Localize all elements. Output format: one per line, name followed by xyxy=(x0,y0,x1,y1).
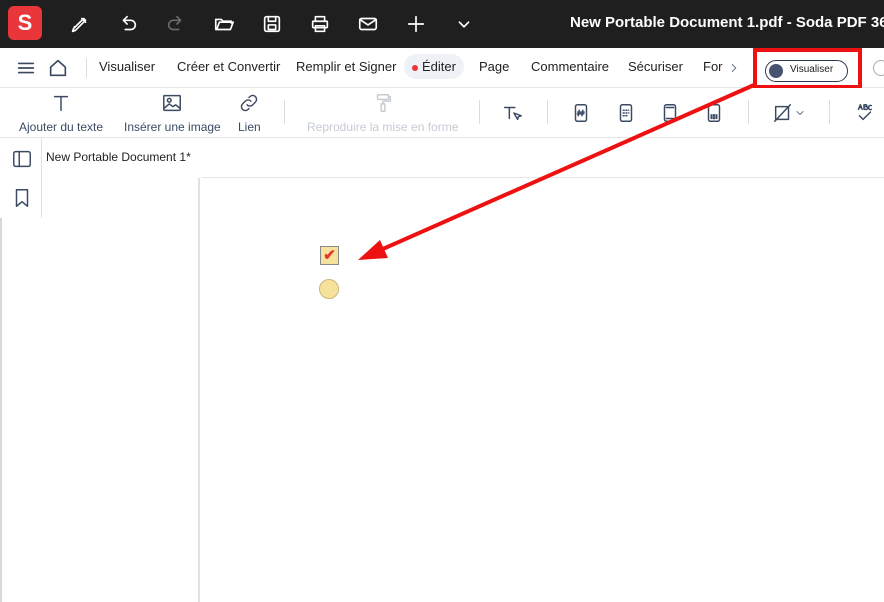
canvas-gutter xyxy=(42,178,198,602)
highlight-box: Visualiser xyxy=(753,48,862,89)
open-folder-icon[interactable] xyxy=(212,12,236,36)
chevron-right-icon[interactable] xyxy=(722,56,746,80)
tab-remplir-et-signer[interactable]: Remplir et Signer xyxy=(296,59,396,74)
tab-editer[interactable]: Éditer xyxy=(404,54,464,79)
tab-creer-et-convertir[interactable]: Créer et Convertir xyxy=(177,59,280,74)
document-tab-label: New Portable Document 1* xyxy=(46,150,191,164)
checkmark-icon: ✔ xyxy=(323,247,336,264)
divider xyxy=(748,100,749,124)
window-edge xyxy=(0,218,2,602)
window-title: New Portable Document 1.pdf - Soda PDF 3… xyxy=(570,14,884,31)
soda-logo[interactable]: S xyxy=(8,6,42,40)
document-tab[interactable]: New Portable Document 1* xyxy=(42,138,202,178)
print-icon[interactable] xyxy=(308,12,332,36)
tab-page[interactable]: Page xyxy=(479,59,509,74)
image-icon xyxy=(163,94,182,112)
home-icon[interactable] xyxy=(46,56,70,80)
left-sidebar xyxy=(0,138,42,218)
format-painter-button[interactable]: Reproduire la mise en forme xyxy=(307,92,458,134)
radio-form-field[interactable] xyxy=(319,279,339,299)
pdf-page xyxy=(200,178,884,602)
divider xyxy=(829,100,830,124)
list-field-icon[interactable] xyxy=(613,100,639,126)
text-icon xyxy=(53,95,69,112)
divider xyxy=(86,58,87,78)
redo-icon[interactable] xyxy=(164,12,188,36)
divider xyxy=(479,100,480,124)
link-button[interactable]: Lien xyxy=(238,92,261,134)
insert-image-label: Insérer une image xyxy=(124,120,221,134)
mobile-field-icon[interactable] xyxy=(657,100,683,126)
search-icon[interactable] xyxy=(873,60,884,76)
text-select-icon[interactable] xyxy=(500,100,526,126)
tab-securiser[interactable]: Sécuriser xyxy=(628,59,683,74)
chevron-down-icon[interactable] xyxy=(452,12,476,36)
bookmark-icon[interactable] xyxy=(10,186,34,210)
numeric-field-icon[interactable] xyxy=(568,100,594,126)
divider xyxy=(547,100,548,124)
link-icon xyxy=(241,94,258,112)
edit-toolbar: Ajouter du texte Insérer une image Lien … xyxy=(0,88,884,138)
spell-check-icon[interactable] xyxy=(851,100,877,126)
save-icon[interactable] xyxy=(260,12,284,36)
mail-icon[interactable] xyxy=(356,12,380,36)
title-bar: S New Portable Document 1.pdf - Soda PDF… xyxy=(0,0,884,48)
tab-visualiser[interactable]: Visualiser xyxy=(99,59,155,74)
document-tab-bar: New Portable Document 1* xyxy=(42,138,884,178)
divider xyxy=(284,100,285,124)
ribbon-tabs: Visualiser Créer et Convertir Remplir et… xyxy=(0,48,884,89)
view-mode-toggle[interactable]: Visualiser xyxy=(765,60,848,82)
hamburger-menu-icon[interactable] xyxy=(14,56,38,80)
view-mode-toggle-label: Visualiser xyxy=(790,64,834,75)
add-text-label: Ajouter du texte xyxy=(19,120,104,134)
link-label: Lien xyxy=(238,120,261,134)
panel-toggle-icon[interactable] xyxy=(10,147,34,171)
add-icon[interactable] xyxy=(404,12,428,36)
add-text-button[interactable]: Ajouter du texte xyxy=(19,92,103,134)
toggle-knob xyxy=(769,64,783,78)
insert-image-button[interactable]: Insérer une image xyxy=(124,92,221,134)
undo-icon[interactable] xyxy=(116,12,140,36)
binary-field-icon[interactable] xyxy=(701,100,727,126)
checkbox-form-field[interactable]: ✔ xyxy=(320,246,339,265)
chevron-down-icon[interactable] xyxy=(792,100,808,126)
paint-roller-icon xyxy=(376,94,391,112)
tab-formulaires[interactable]: For xyxy=(703,59,723,74)
format-painter-label: Reproduire la mise en forme xyxy=(307,120,459,134)
pen-icon[interactable] xyxy=(68,12,92,36)
tab-commentaire[interactable]: Commentaire xyxy=(531,59,609,74)
